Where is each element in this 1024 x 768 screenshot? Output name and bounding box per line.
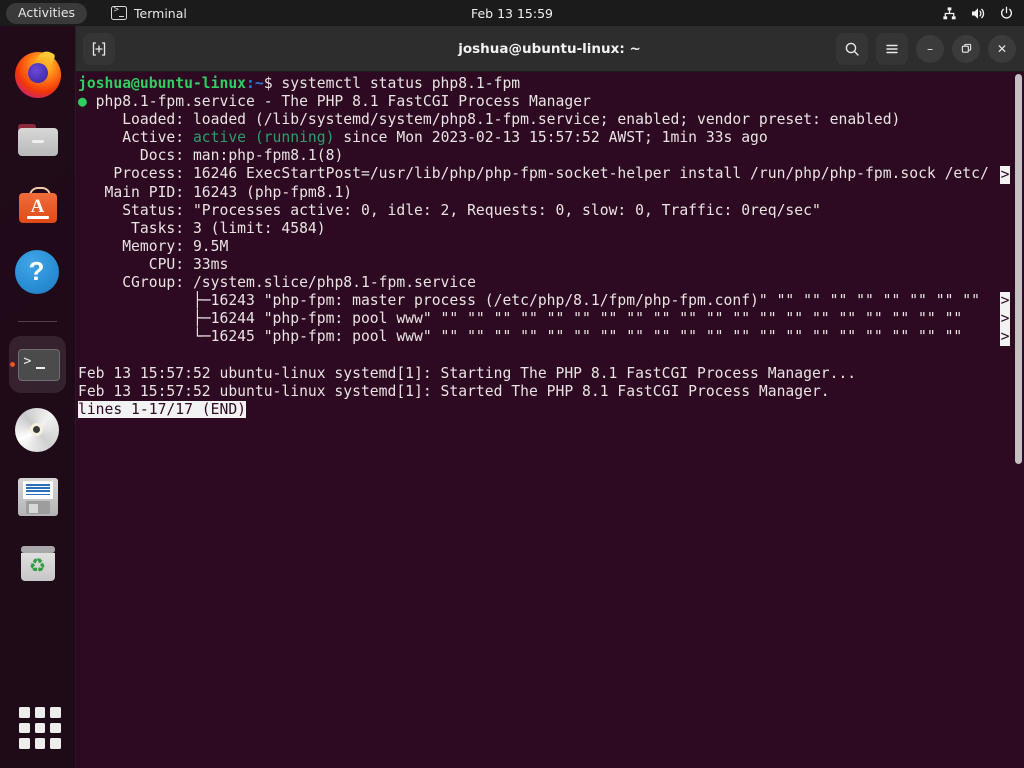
network-wired-icon[interactable] — [942, 6, 957, 21]
terminal-field-line: Loaded: loaded (/lib/systemd/system/php8… — [78, 111, 989, 129]
dock-item-floppy[interactable] — [9, 468, 66, 525]
terminal-blank-line — [78, 346, 989, 364]
show-applications-button[interactable] — [16, 704, 64, 752]
dock-item-disc[interactable] — [9, 402, 66, 459]
terminal-output: joshua@ubuntu-linux:~$ systemctl status … — [75, 75, 989, 419]
terminal-field-line: CGroup: /system.slice/php8.1-fpm.service — [78, 274, 989, 292]
scrollbar-thumb[interactable] — [1015, 74, 1022, 464]
terminal-field-line: Status: "Processes active: 0, idle: 2, R… — [78, 202, 989, 220]
terminal-field-line: Memory: 9.5M — [78, 238, 989, 256]
dock-item-ubuntu-software[interactable]: A — [9, 178, 66, 235]
title-bar[interactable]: joshua@ubuntu-linux: ~ – — [75, 26, 1024, 72]
clock-label[interactable]: Feb 13 15:59 — [471, 6, 553, 21]
terminal-scrollbar[interactable] — [1013, 72, 1024, 768]
terminal-field-line: Tasks: 3 (limit: 4584) — [78, 220, 989, 238]
minimize-button[interactable]: – — [916, 35, 944, 63]
line-continuation-marker: > — [1000, 328, 1010, 346]
dock-separator — [18, 321, 57, 322]
line-continuation-marker: > — [1000, 292, 1010, 310]
disc-icon — [15, 408, 61, 454]
dock-item-help[interactable]: ? — [9, 244, 66, 301]
ubuntu-software-icon: A — [15, 184, 61, 230]
dock-item-files[interactable] — [9, 112, 66, 169]
terminal-window: joshua@ubuntu-linux: ~ – — [75, 26, 1024, 768]
title-bar-controls: – ✕ — [836, 26, 1016, 71]
firefox-icon — [15, 52, 61, 98]
terminal-field-line: CPU: 33ms — [78, 256, 989, 274]
line-continuation-marker: > — [1000, 166, 1010, 184]
desktop: Activities Terminal Feb 13 15:59 — [0, 0, 1024, 768]
terminal-icon: > — [15, 342, 61, 388]
help-icon: ? — [15, 250, 61, 296]
terminal-service-header: ● php8.1-fpm.service - The PHP 8.1 FastC… — [78, 93, 989, 111]
terminal-journal-line: Feb 13 15:57:52 ubuntu-linux systemd[1]:… — [78, 383, 989, 401]
terminal-icon — [111, 6, 127, 20]
system-status-area[interactable] — [942, 0, 1014, 26]
power-icon[interactable] — [999, 6, 1014, 21]
terminal-body[interactable]: joshua@ubuntu-linux:~$ systemctl status … — [75, 72, 1024, 768]
terminal-cgroup-line: ├─16244 "php-fpm: pool www" "" "" "" "" … — [78, 310, 989, 328]
terminal-pager-status: lines 1-17/17 (END) — [78, 401, 989, 419]
hamburger-menu-button[interactable] — [876, 33, 908, 65]
line-continuation-marker: > — [1000, 310, 1010, 328]
new-tab-button[interactable] — [83, 33, 115, 65]
maximize-button[interactable] — [952, 35, 980, 63]
terminal-command-line: joshua@ubuntu-linux:~$ systemctl status … — [78, 75, 989, 93]
close-button[interactable]: ✕ — [988, 35, 1016, 63]
app-indicator-terminal[interactable]: Terminal — [111, 6, 187, 21]
search-button[interactable] — [836, 33, 868, 65]
terminal-cgroup-line: └─16245 "php-fpm: pool www" "" "" "" "" … — [78, 328, 989, 346]
dock-item-terminal[interactable]: > — [9, 336, 66, 393]
top-bar: Activities Terminal Feb 13 15:59 — [0, 0, 1024, 26]
activities-button[interactable]: Activities — [6, 3, 87, 24]
app-indicator-label: Terminal — [134, 6, 187, 21]
folder-icon — [15, 118, 61, 164]
terminal-field-line: Active: active (running) since Mon 2023-… — [78, 129, 989, 147]
dock: A ? > — [0, 26, 76, 768]
volume-icon[interactable] — [970, 6, 986, 21]
terminal-field-line: Docs: man:php-fpm8.1(8) — [78, 147, 989, 165]
dock-item-trash[interactable]: ♻ — [9, 534, 66, 591]
trash-icon: ♻ — [15, 540, 61, 586]
terminal-journal-line: Feb 13 15:57:52 ubuntu-linux systemd[1]:… — [78, 365, 989, 383]
terminal-field-line: Main PID: 16243 (php-fpm8.1) — [78, 184, 989, 202]
floppy-disk-icon — [15, 474, 61, 520]
terminal-field-line: Process: 16246 ExecStartPost=/usr/lib/ph… — [78, 165, 989, 183]
terminal-cgroup-line: ├─16243 "php-fpm: master process (/etc/p… — [78, 292, 989, 310]
dock-item-firefox[interactable] — [9, 46, 66, 103]
